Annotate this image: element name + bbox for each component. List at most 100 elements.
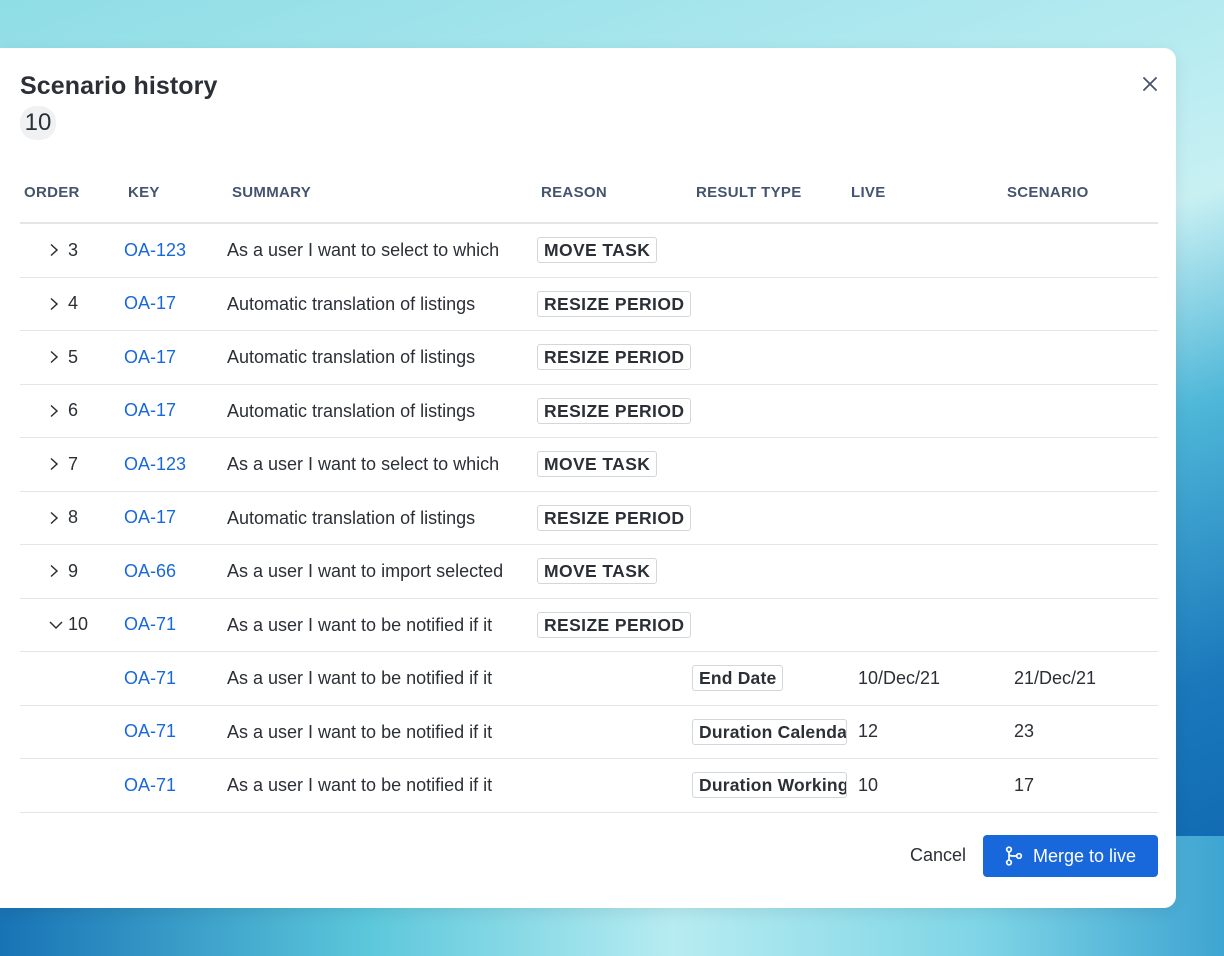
- table-row: OA-71 As a user I want to be notified if …: [20, 652, 1158, 706]
- order-value: 4: [68, 293, 79, 314]
- result-type-lozenge: End Date: [692, 665, 784, 692]
- count-badge: 10: [20, 106, 56, 140]
- merge-branch-icon: [1005, 846, 1023, 866]
- column-header-key[interactable]: KEY: [128, 184, 160, 201]
- column-header-reason[interactable]: REASON: [541, 184, 607, 201]
- close-button[interactable]: [1138, 72, 1162, 96]
- order-value: 5: [68, 346, 79, 367]
- table-row: 10 OA-71 As a user I want to be notified i…: [20, 599, 1158, 652]
- reason-cell: RESIZE PERIOD: [537, 492, 692, 545]
- issue-key-link[interactable]: OA-17: [124, 278, 176, 331]
- reason-lozenge: RESIZE PERIOD: [537, 290, 692, 317]
- reason-lozenge: RESIZE PERIOD: [537, 611, 692, 638]
- column-header-scenario[interactable]: SCENARIO: [1007, 184, 1089, 201]
- chevron-right-icon[interactable]: [48, 511, 64, 525]
- live-value: 10/Dec/21: [858, 667, 941, 688]
- order-cell[interactable]: 7: [48, 438, 120, 491]
- reason-cell: MOVE TASK: [537, 438, 658, 491]
- table-header: ORDER KEY SUMMARY REASON RESULT TYPE LIV…: [20, 174, 1158, 224]
- merge-to-live-button[interactable]: Merge to live: [983, 835, 1158, 877]
- result-type-cell: End Date: [692, 652, 847, 705]
- reason-cell: RESIZE PERIOD: [537, 385, 692, 438]
- reason-cell: RESIZE PERIOD: [537, 278, 692, 331]
- column-header-summary[interactable]: SUMMARY: [232, 184, 311, 201]
- table-row: 9 OA-66 As a user I want to import selecte…: [20, 545, 1158, 599]
- issue-key-link[interactable]: OA-71: [124, 706, 176, 759]
- summary-text: As a user I want to be notified if it: [227, 668, 493, 688]
- summary-text: As a user I want to be notified if it: [227, 614, 493, 635]
- issue-key-link[interactable]: OA-66: [124, 545, 176, 598]
- chevron-right-icon[interactable]: [48, 457, 64, 471]
- table-row: OA-71 As a user I want to be notified if …: [20, 706, 1158, 759]
- column-header-live[interactable]: LIVE: [851, 184, 886, 201]
- reason-cell: MOVE TASK: [537, 224, 658, 277]
- issue-key-link[interactable]: OA-71: [124, 599, 176, 652]
- chevron-right-icon[interactable]: [48, 297, 64, 311]
- summary-text: Automatic translation of listings: [227, 507, 476, 528]
- issue-key-link[interactable]: OA-71: [124, 759, 176, 812]
- summary-text: As a user I want to be notified if it: [227, 775, 493, 795]
- table-row: 7 OA-123 As a user I want to select to whi…: [20, 438, 1158, 492]
- cancel-button[interactable]: Cancel: [893, 834, 983, 876]
- order-value: 8: [68, 507, 79, 528]
- order-value: 3: [68, 239, 79, 260]
- issue-key-link[interactable]: OA-17: [124, 492, 176, 545]
- merge-to-live-label: Merge to live: [1032, 845, 1137, 866]
- chevron-right-icon[interactable]: [48, 404, 64, 418]
- chevron-right-icon[interactable]: [48, 243, 64, 257]
- order-cell[interactable]: 6: [48, 385, 120, 438]
- reason-cell: RESIZE PERIOD: [537, 599, 692, 652]
- order-value: 9: [68, 560, 79, 581]
- table-body: 3 OA-123 As a user I want to select to whi…: [20, 224, 1158, 813]
- reason-lozenge: RESIZE PERIOD: [537, 397, 692, 424]
- scenario-value: 23: [1014, 721, 1035, 742]
- result-type-lozenge: Duration Calendar: [692, 718, 847, 745]
- order-cell[interactable]: 8: [48, 492, 120, 545]
- chevron-right-icon[interactable]: [48, 350, 64, 364]
- modal-title: Scenario history: [20, 72, 218, 100]
- order-cell[interactable]: 10: [48, 599, 120, 652]
- reason-lozenge: MOVE TASK: [537, 451, 658, 478]
- result-type-lozenge: Duration Working: [692, 772, 847, 799]
- order-cell[interactable]: 5: [48, 331, 120, 384]
- table-row: 8 OA-17 Automatic translation of listings R…: [20, 492, 1158, 545]
- result-type-cell: Duration Calendar: [692, 706, 847, 759]
- order-cell[interactable]: 4: [48, 278, 120, 331]
- live-value: 12: [858, 721, 879, 742]
- issue-key-link[interactable]: OA-17: [124, 385, 176, 438]
- reason-lozenge: RESIZE PERIOD: [537, 504, 692, 531]
- table-row: OA-71 As a user I want to be notified if …: [20, 759, 1158, 813]
- table-row: 4 OA-17 Automatic translation of listings R…: [20, 278, 1158, 331]
- live-value: 10: [858, 774, 879, 795]
- result-type-cell: Duration Working: [692, 759, 847, 812]
- order-cell[interactable]: 3: [48, 224, 120, 277]
- issue-key-link[interactable]: OA-17: [124, 331, 176, 384]
- order-value: 10: [68, 614, 89, 635]
- issue-key-link[interactable]: OA-123: [124, 438, 186, 491]
- column-header-order[interactable]: ORDER: [24, 184, 80, 201]
- summary-text: As a user I want to select to which: [227, 240, 500, 260]
- summary-text: As a user I want to select to which: [227, 454, 500, 474]
- reason-lozenge: RESIZE PERIOD: [537, 344, 692, 371]
- summary-text: As a user I want to import selected: [227, 561, 504, 581]
- issue-key-link[interactable]: OA-71: [124, 652, 176, 705]
- reason-lozenge: MOVE TASK: [537, 237, 658, 264]
- close-icon: [1143, 77, 1157, 91]
- summary-text: Automatic translation of listings: [227, 347, 476, 367]
- chevron-right-icon[interactable]: [48, 564, 64, 578]
- chevron-down-icon[interactable]: [48, 619, 64, 631]
- order-value: 6: [68, 400, 79, 421]
- issue-key-link[interactable]: OA-123: [124, 224, 186, 277]
- reason-cell: RESIZE PERIOD: [537, 331, 692, 384]
- table-row: 5 OA-17 Automatic translation of listings R…: [20, 331, 1158, 385]
- order-cell[interactable]: 9: [48, 545, 120, 598]
- table-row: 6 OA-17 Automatic translation of listings R…: [20, 385, 1158, 438]
- summary-text: Automatic translation of listings: [227, 293, 476, 314]
- summary-text: As a user I want to be notified if it: [227, 721, 493, 742]
- table-row: 3 OA-123 As a user I want to select to whi…: [20, 224, 1158, 278]
- column-header-result-type[interactable]: RESULT TYPE: [696, 184, 802, 201]
- summary-text: Automatic translation of listings: [227, 400, 476, 421]
- reason-lozenge: MOVE TASK: [537, 558, 658, 585]
- scenario-value: 17: [1014, 774, 1035, 795]
- order-value: 7: [68, 453, 79, 474]
